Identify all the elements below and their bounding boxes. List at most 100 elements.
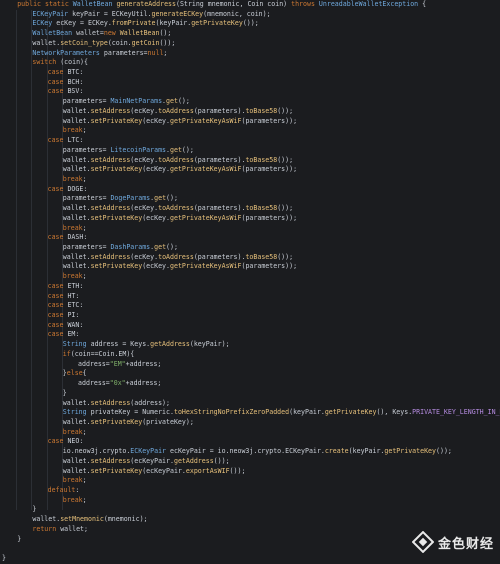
code-token: DASH: bbox=[67, 233, 88, 242]
code-line[interactable]: break; bbox=[63, 224, 87, 234]
code-token: String bbox=[62, 408, 91, 417]
code-line[interactable]: wallet.setPrivateKey(ecKey.getPrivateKey… bbox=[63, 165, 297, 175]
code-line[interactable]: case ETC: bbox=[48, 301, 84, 311]
code-line[interactable]: wallet.setAddress(ecKeyPair.getAddress()… bbox=[63, 457, 230, 467]
code-line[interactable]: NetworkParameters parameters=null; bbox=[32, 49, 167, 59]
code-line[interactable]: case DASH: bbox=[48, 233, 88, 243]
code-line[interactable]: ECKeyPair keyPair = ECKeyUtil.generateEC… bbox=[32, 10, 270, 20]
code-line[interactable]: address="EM"+address; bbox=[78, 360, 161, 370]
code-line[interactable]: wallet.setAddress(ecKey.toAddress(parame… bbox=[63, 204, 293, 214]
code-line[interactable]: wallet.setCoin_type(coin.getCoin()); bbox=[32, 39, 175, 49]
code-line[interactable]: } bbox=[17, 535, 21, 545]
code-line[interactable]: case ETH: bbox=[48, 282, 84, 292]
code-token: (keyPair. bbox=[348, 447, 385, 456]
code-token: ()); bbox=[436, 447, 452, 456]
code-line[interactable]: wallet.setAddress(ecKey.toAddress(parame… bbox=[63, 253, 293, 263]
code-line[interactable]: break; bbox=[63, 476, 87, 486]
code-token: (ecKey. bbox=[142, 165, 170, 174]
code-line[interactable]: parameters= MainNetParams.get(); bbox=[63, 97, 190, 107]
code-line[interactable]: wallet.setPrivateKey(ecKey.getPrivateKey… bbox=[63, 262, 297, 272]
code-line[interactable]: case WAN: bbox=[48, 321, 84, 331]
code-line[interactable]: return wallet; bbox=[32, 525, 88, 535]
code-token: ETH: bbox=[67, 281, 84, 290]
code-token: DashParams bbox=[110, 243, 151, 251]
code-line[interactable]: break; bbox=[63, 428, 87, 438]
code-line[interactable]: public static WalletBean generateAddress… bbox=[17, 0, 426, 10]
code-token: toAddress bbox=[158, 155, 194, 164]
code-editor[interactable]: public static WalletBean generateAddress… bbox=[0, 0, 500, 562]
code-token: (ecKey. bbox=[130, 204, 159, 213]
code-line[interactable]: } bbox=[2, 554, 6, 564]
code-token: { bbox=[82, 369, 87, 378]
code-token: setAddress bbox=[90, 204, 131, 213]
code-token: break bbox=[62, 495, 83, 504]
code-token: wallet. bbox=[62, 116, 91, 125]
code-token: (ecKey. bbox=[130, 252, 159, 261]
code-token: (ecKeyPair. bbox=[142, 466, 186, 475]
code-line[interactable]: break; bbox=[63, 175, 87, 185]
code-token: getPrivateKeyAsWiF bbox=[170, 165, 242, 174]
code-line[interactable]: wallet.setPrivateKey(privateKey); bbox=[63, 418, 194, 428]
code-token: if bbox=[62, 349, 71, 358]
code-token: wallet. bbox=[62, 398, 91, 407]
code-line[interactable]: } bbox=[63, 389, 67, 399]
code-token: String bbox=[62, 340, 91, 349]
code-line[interactable]: case BCH: bbox=[48, 78, 84, 88]
code-line[interactable]: parameters= DashParams.get(); bbox=[63, 243, 178, 253]
code-line[interactable]: case HT: bbox=[48, 292, 80, 302]
code-line[interactable]: if(coin==Coin.EM){ bbox=[63, 350, 134, 360]
code-line[interactable]: wallet.setAddress(ecKey.toAddress(parame… bbox=[63, 107, 293, 117]
code-line[interactable]: case EM: bbox=[48, 330, 80, 340]
code-token: throws bbox=[291, 0, 319, 8]
code-line[interactable]: parameters= DogeParams.get(); bbox=[63, 194, 178, 204]
code-line[interactable]: } bbox=[32, 505, 36, 515]
code-token: (keyPair. bbox=[289, 408, 325, 417]
code-line[interactable]: switch (coin){ bbox=[32, 58, 88, 68]
code-token: ()); bbox=[277, 155, 294, 164]
code-line[interactable]: io.neow3j.crypto.ECKeyPair ecKeyPair = i… bbox=[63, 447, 452, 457]
code-token: switch bbox=[32, 58, 61, 67]
code-token: ECKeyPair bbox=[130, 447, 170, 456]
code-token: case bbox=[47, 136, 68, 145]
code-line[interactable]: wallet.setAddress(ecKey.toAddress(parame… bbox=[63, 156, 293, 166]
code-line[interactable]: parameters= LitecoinParams.get(); bbox=[63, 146, 194, 156]
code-line[interactable]: case DOGE: bbox=[48, 185, 88, 195]
code-line[interactable]: wallet.setPrivateKey(ecKeyPair.exportAsW… bbox=[63, 467, 246, 477]
code-line[interactable]: break; bbox=[63, 126, 87, 136]
code-token: BCH: bbox=[67, 77, 84, 86]
code-line[interactable]: String privateKey = Numeric.toHexStringN… bbox=[63, 408, 500, 418]
code-line[interactable]: case PI: bbox=[48, 311, 80, 321]
code-token: toAddress bbox=[158, 204, 194, 213]
code-token: wallet; bbox=[60, 524, 88, 533]
code-token: ; bbox=[82, 223, 87, 232]
code-line[interactable]: address="0x"+address; bbox=[78, 379, 161, 389]
code-line[interactable]: break; bbox=[63, 496, 87, 506]
code-line[interactable]: case LTC: bbox=[48, 136, 84, 146]
code-token: generateAddress bbox=[116, 0, 176, 8]
code-line[interactable]: wallet.setPrivateKey(ecKey.getPrivateKey… bbox=[63, 117, 297, 127]
code-line[interactable]: ECKey ecKey = ECKey.fromPrivate(keyPair.… bbox=[32, 19, 258, 29]
code-token: (); bbox=[166, 243, 178, 251]
code-line[interactable]: case NEO: bbox=[48, 437, 84, 447]
code-token: WalletBean bbox=[72, 0, 117, 8]
code-token: toBase58 bbox=[245, 204, 278, 213]
code-token: } bbox=[2, 554, 6, 563]
code-token: setPrivateKey bbox=[90, 116, 143, 125]
code-line[interactable]: }else{ bbox=[63, 369, 87, 379]
code-line[interactable]: wallet.setPrivateKey(ecKey.getPrivateKey… bbox=[63, 214, 297, 224]
code-token: case bbox=[47, 311, 68, 320]
code-line[interactable]: case BTC: bbox=[48, 68, 84, 78]
code-line[interactable]: WalletBean wallet=new WalletBean(); bbox=[32, 29, 171, 39]
code-token: exportAsWIF bbox=[185, 466, 230, 475]
code-token: LitecoinParams bbox=[110, 145, 167, 154]
code-line[interactable]: String address = Keys.getAddress(keyPair… bbox=[63, 340, 230, 350]
code-line[interactable]: wallet.setAddress(address); bbox=[63, 399, 170, 409]
code-line[interactable]: wallet.setMnemonic(mnemonic); bbox=[32, 515, 147, 525]
code-token: toBase58 bbox=[245, 252, 278, 261]
code-line[interactable]: break; bbox=[63, 272, 87, 282]
code-token: return bbox=[32, 524, 61, 533]
code-line[interactable]: default: bbox=[48, 486, 80, 496]
code-line[interactable]: case BSV: bbox=[48, 87, 84, 97]
code-token: : bbox=[75, 486, 80, 494]
code-token: wallet. bbox=[62, 262, 91, 271]
